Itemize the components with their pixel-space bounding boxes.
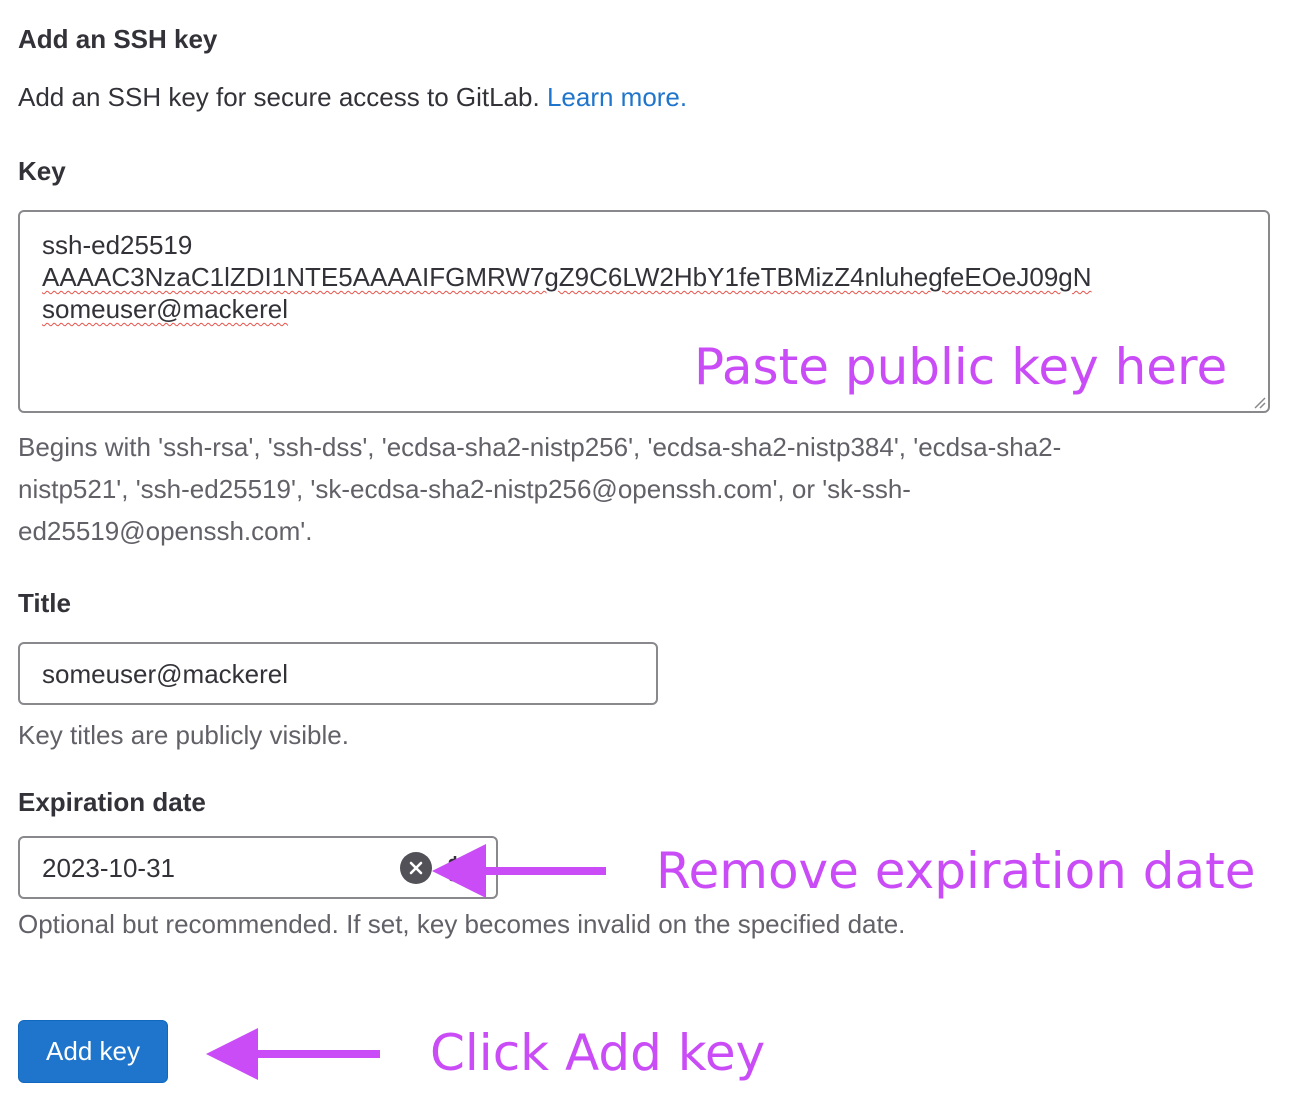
key-help-line: nistp521', 'ssh-ed25519', 'sk-ecdsa-sha2… bbox=[18, 474, 911, 504]
learn-more-link[interactable]: Learn more. bbox=[547, 82, 687, 112]
annotation-click: Click Add key bbox=[430, 1024, 766, 1082]
arrow-left-icon bbox=[206, 1028, 380, 1080]
key-help-line: Begins with 'ssh-rsa', 'ssh-dss', 'ecdsa… bbox=[18, 432, 1062, 462]
expiration-label: Expiration date bbox=[18, 787, 206, 817]
expiration-value: 2023-10-31 bbox=[42, 853, 175, 883]
key-line-body: AAAAC3NzaC1lZDI1NTE5AAAAIFGMRW7gZ9C6LW2H… bbox=[42, 262, 1092, 292]
title-input[interactable]: someuser@mackerel bbox=[18, 642, 658, 705]
arrow-left-icon bbox=[432, 844, 606, 898]
expiration-date-input[interactable]: 2023-10-31 bbox=[18, 836, 498, 899]
annotation-remove: Remove expiration date bbox=[656, 842, 1256, 900]
section-title: Add an SSH key bbox=[18, 24, 218, 54]
key-line-type: ssh-ed25519 bbox=[42, 230, 193, 260]
annotation-paste: Paste public key here bbox=[694, 338, 1228, 396]
key-help-line: ed25519@openssh.com'. bbox=[18, 516, 313, 546]
title-value: someuser@mackerel bbox=[42, 659, 289, 689]
key-label: Key bbox=[18, 156, 66, 186]
key-help: Begins with 'ssh-rsa', 'ssh-dss', 'ecdsa… bbox=[18, 426, 1061, 552]
clear-icon[interactable] bbox=[400, 852, 432, 884]
expiration-help: Optional but recommended. If set, key be… bbox=[18, 909, 906, 939]
description-text: Add an SSH key for secure access to GitL… bbox=[18, 82, 540, 112]
add-key-button[interactable]: Add key bbox=[18, 1020, 168, 1083]
title-label: Title bbox=[18, 588, 71, 618]
resize-handle-icon[interactable] bbox=[1252, 395, 1266, 409]
section-description: Add an SSH key for secure access to GitL… bbox=[18, 82, 687, 113]
title-help: Key titles are publicly visible. bbox=[18, 720, 349, 750]
key-line-comment: someuser@mackerel bbox=[42, 294, 289, 324]
